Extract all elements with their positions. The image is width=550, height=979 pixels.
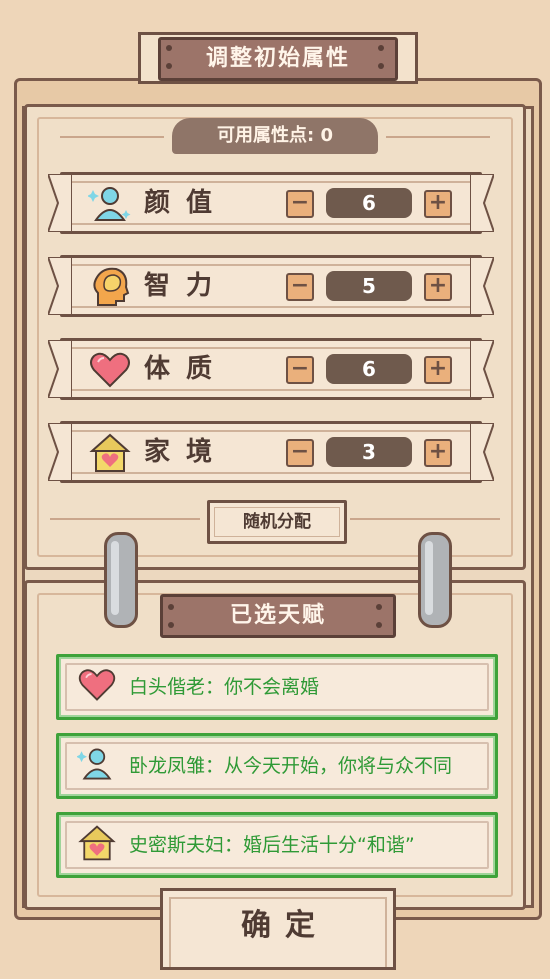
talents-title: 已选天赋 bbox=[160, 594, 396, 638]
hinge-left bbox=[104, 532, 138, 628]
random-assign-button[interactable]: 随机分配 bbox=[207, 500, 347, 544]
talent-text: 白头偕老：你不会离婚 bbox=[129, 676, 320, 698]
attribute-label: 家境 bbox=[144, 437, 229, 467]
attribute-label: 体质 bbox=[144, 354, 229, 384]
decrease-button[interactable]: − bbox=[286, 439, 314, 467]
head-brain-icon bbox=[93, 267, 130, 306]
talent-text: 卧龙凤雏：从今天开始，你将与众不同 bbox=[129, 755, 453, 777]
attribute-row-constitution: 体质 − 6 + bbox=[48, 338, 494, 400]
house-icon bbox=[78, 825, 116, 861]
ornament-line bbox=[50, 518, 200, 520]
increase-button[interactable]: + bbox=[424, 356, 452, 384]
ribbon-right bbox=[470, 174, 494, 232]
attribute-row-intelligence: 智力 − 5 + bbox=[48, 255, 494, 317]
increase-button[interactable]: + bbox=[424, 190, 452, 218]
rivet bbox=[168, 622, 174, 628]
attribute-row-appearance: 颜值 − 6 + bbox=[48, 172, 494, 234]
increase-button[interactable]: + bbox=[424, 273, 452, 301]
ribbon-left bbox=[48, 340, 72, 398]
person-icon bbox=[77, 748, 112, 780]
ribbon-left bbox=[48, 174, 72, 232]
increase-button[interactable]: + bbox=[424, 439, 452, 467]
heart-icon bbox=[78, 669, 116, 701]
rivet bbox=[376, 622, 382, 628]
ribbon-left bbox=[48, 423, 72, 481]
ribbon-right bbox=[470, 423, 494, 481]
rivet bbox=[378, 63, 384, 69]
decrease-button[interactable]: − bbox=[286, 190, 314, 218]
heart-icon bbox=[90, 352, 130, 388]
decrease-button[interactable]: − bbox=[286, 273, 314, 301]
talent-item[interactable]: 史密斯夫妇：婚后生活十分“和谐” bbox=[56, 812, 498, 878]
attribute-row-family: 家境 − 3 + bbox=[48, 421, 494, 483]
confirm-label: 确定 bbox=[241, 908, 329, 943]
talent-text: 史密斯夫妇：婚后生活十分“和谐” bbox=[129, 834, 415, 856]
rivet bbox=[376, 604, 382, 610]
talent-item[interactable]: 卧龙凤雏：从今天开始，你将与众不同 bbox=[56, 733, 498, 799]
rivet bbox=[166, 63, 172, 69]
page-title: 调整初始属性 bbox=[158, 37, 398, 81]
ornament-line bbox=[60, 136, 164, 138]
ribbon-left bbox=[48, 257, 72, 315]
house-icon bbox=[89, 433, 131, 472]
talent-item[interactable]: 白头偕老：你不会离婚 bbox=[56, 654, 498, 720]
ribbon-right bbox=[470, 340, 494, 398]
attribute-label: 智力 bbox=[144, 271, 229, 301]
random-assign-label: 随机分配 bbox=[243, 512, 311, 532]
ornament-line bbox=[386, 136, 490, 138]
attribute-value: 3 bbox=[326, 437, 412, 467]
ribbon-right bbox=[470, 257, 494, 315]
decrease-button[interactable]: − bbox=[286, 356, 314, 384]
available-points: 可用属性点: 0 bbox=[172, 118, 378, 154]
ornament-line bbox=[350, 518, 500, 520]
attribute-value: 6 bbox=[326, 188, 412, 218]
hinge-right bbox=[418, 532, 452, 628]
rivet bbox=[378, 45, 384, 51]
person-icon bbox=[88, 187, 131, 221]
attribute-label: 颜值 bbox=[144, 188, 229, 218]
confirm-button[interactable]: 确定 bbox=[160, 888, 396, 970]
attribute-value: 6 bbox=[326, 354, 412, 384]
rivet bbox=[166, 45, 172, 51]
attribute-value: 5 bbox=[326, 271, 412, 301]
rivet bbox=[168, 604, 174, 610]
